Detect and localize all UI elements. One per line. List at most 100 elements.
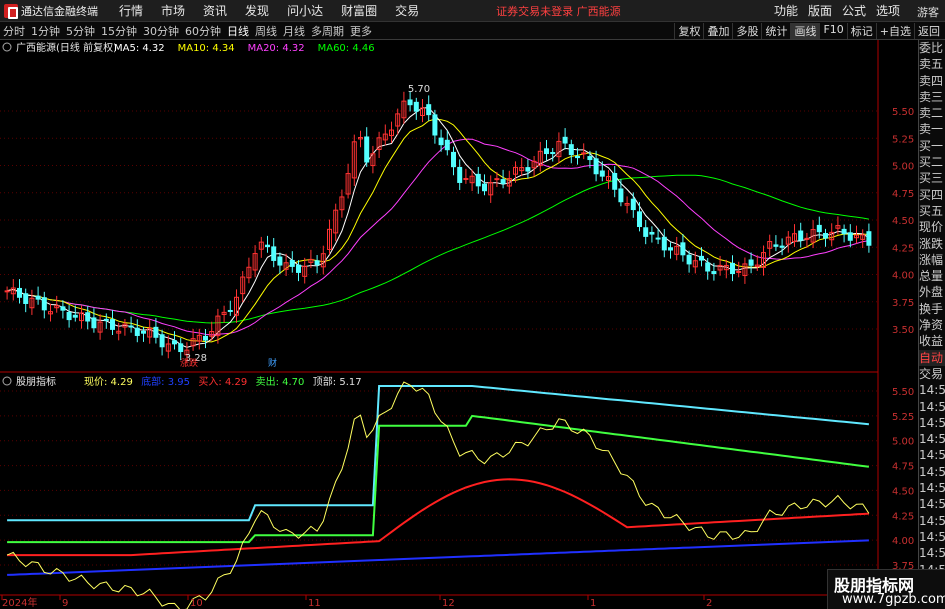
period-tab[interactable]: 1分钟	[28, 23, 63, 39]
toolbar-button[interactable]: 叠加	[703, 22, 732, 39]
sidebar-label[interactable]: 自动	[919, 349, 945, 366]
sidebar-label[interactable]: 14:56	[919, 513, 945, 529]
period-tab[interactable]: 30分钟	[140, 23, 182, 39]
candle-body	[314, 260, 320, 266]
toolbar-button[interactable]: 标记	[846, 22, 876, 39]
menu-item[interactable]: 市场	[152, 2, 194, 19]
ma60-line	[6, 174, 869, 324]
sidebar-label[interactable]: 涨幅	[919, 252, 945, 268]
period-tab[interactable]: 多周期	[308, 23, 347, 39]
sidebar-label[interactable]: 14:56	[919, 529, 945, 545]
candle-body	[816, 224, 822, 233]
candle-body	[178, 343, 184, 353]
menu-item[interactable]: 资讯	[194, 2, 236, 19]
sidebar-label[interactable]: 14:56	[919, 382, 945, 398]
sidebar-label[interactable]: 买二	[919, 154, 945, 170]
sidebar-label[interactable]: 换手	[919, 301, 945, 317]
candle-body	[562, 136, 568, 144]
period-tab[interactable]: 周线	[252, 23, 280, 39]
ma20-line	[6, 138, 869, 336]
sidebar-label[interactable]: 卖二	[919, 105, 945, 121]
menu-bar: 通达信金融终端 行情 市场 资讯 发现 问小达 财富圈 交易 证券交易未登录 广西能源 功能…	[0, 0, 945, 22]
right-menu-item[interactable]: 版面	[803, 2, 837, 19]
toolbar-button[interactable]: 统计	[761, 22, 790, 39]
candle-body	[686, 254, 692, 265]
toolbar-button[interactable]: F10	[819, 22, 846, 39]
candle-body	[779, 245, 785, 248]
indicator-tick-label: 5.50	[892, 387, 914, 398]
bottom-line	[7, 539, 869, 576]
sidebar-label[interactable]: 卖五	[919, 56, 945, 72]
sidebar-label[interactable]: 14:56	[919, 431, 945, 447]
sidebar-label[interactable]: 14:56	[919, 447, 945, 463]
period-tab[interactable]: 更多	[347, 23, 375, 39]
sell-line	[7, 414, 870, 544]
menu-item[interactable]: 问小达	[278, 2, 332, 19]
candle-body	[141, 330, 146, 334]
right-menu-item[interactable]: 选项	[871, 2, 905, 19]
sidebar-label[interactable]: 卖一	[919, 121, 945, 137]
sidebar-label[interactable]: 总量	[919, 268, 945, 284]
sidebar-label[interactable]: 涨跌	[919, 236, 945, 252]
period-tab[interactable]: 5分钟	[63, 23, 98, 39]
toolbar-button[interactable]: 返回	[914, 22, 943, 39]
candle-body	[711, 271, 717, 275]
sidebar-label[interactable]: 卖三	[919, 89, 945, 105]
sidebar-label[interactable]: 现价	[919, 219, 945, 235]
sidebar-label[interactable]: 交易	[919, 366, 945, 382]
sidebar-label[interactable]: 委比	[919, 40, 945, 56]
guest-label[interactable]: 游客	[917, 4, 939, 20]
sidebar-label[interactable]: 收益	[919, 333, 945, 349]
period-tab[interactable]: 15分钟	[98, 23, 140, 39]
candle-body	[525, 167, 531, 172]
period-tab[interactable]: 60分钟	[182, 23, 224, 39]
indicator-title: 股朋指标	[16, 375, 56, 388]
toolbar-button[interactable]: 多股	[732, 22, 761, 39]
toolbar-button[interactable]: 复权	[674, 22, 703, 39]
candle-body	[91, 317, 97, 329]
right-menu-item[interactable]: 公式	[837, 2, 871, 19]
candle-body	[17, 287, 22, 298]
menu-item[interactable]: 财富圈	[332, 2, 386, 19]
login-warning[interactable]: 证券交易未登录 广西能源	[496, 3, 621, 19]
candle-body	[612, 173, 618, 190]
period-tab[interactable]: 月线	[280, 23, 308, 39]
right-menu-item[interactable]: 功能	[769, 2, 803, 19]
sidebar-label[interactable]: 买一	[919, 138, 945, 154]
indicator-tick-label: 4.00	[892, 536, 914, 547]
sidebar-label[interactable]: 买四	[919, 187, 945, 203]
sidebar-label[interactable]: 14:56	[919, 545, 945, 561]
toolbar-button[interactable]: +自选	[875, 22, 914, 39]
sidebar-label[interactable]: 14:56	[919, 464, 945, 480]
menu-item[interactable]: 交易	[386, 2, 428, 19]
chart-area[interactable]: 5.703.28涨跌财 5.505.255.004.754.504.254.00…	[0, 40, 918, 609]
candle-body	[544, 148, 549, 155]
menu-item[interactable]: 行情	[110, 2, 152, 19]
sidebar-label[interactable]: 卖四	[919, 73, 945, 89]
candle-body	[847, 232, 853, 241]
candle-body	[277, 256, 283, 266]
sidebar-label[interactable]: 14:56	[919, 415, 945, 431]
event-marker: 涨跌	[180, 358, 198, 369]
period-tab[interactable]: 日线	[224, 23, 252, 39]
candle-body	[568, 144, 574, 156]
sidebar-label[interactable]: 买三	[919, 170, 945, 186]
ma20-path	[6, 138, 869, 336]
sidebar-label[interactable]: 买五	[919, 203, 945, 219]
sidebar-label[interactable]: 14:56	[919, 399, 945, 415]
candle-body	[575, 155, 580, 159]
sidebar-label[interactable]: 外盘	[919, 284, 945, 300]
watermark-url: www.7gpzb.com	[842, 592, 945, 607]
time-tick-label: 2	[706, 598, 712, 609]
toolbar-button[interactable]: 画线	[790, 22, 820, 39]
sidebar-label[interactable]: 净资	[919, 317, 945, 333]
period-tab[interactable]: 分时	[0, 23, 28, 39]
price-tick-label: 5.25	[892, 134, 914, 145]
sidebar-label[interactable]: 14:56	[919, 480, 945, 496]
candle-body	[773, 244, 779, 247]
indicator-legend-item: 卖出: 4.70	[256, 375, 305, 388]
menu-item[interactable]: 发现	[236, 2, 278, 19]
sidebar-label[interactable]: 14:56	[919, 496, 945, 512]
candle-body	[72, 314, 78, 318]
quote-sidebar: 委比 卖五 卖四 卖三 卖二 卖一 买一 买二 买三 买四 买五 现价 涨跌 涨幅 总量 外盘 换手 净资 收益 自动…	[918, 40, 945, 609]
